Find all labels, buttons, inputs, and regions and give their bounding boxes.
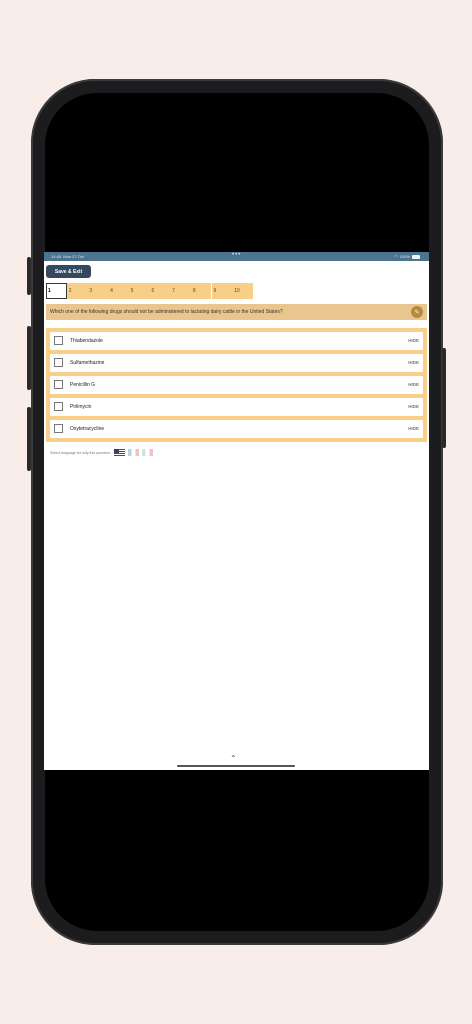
question-text: Which one of the following drugs should … bbox=[50, 309, 283, 315]
status-right: ◠ 100% bbox=[394, 254, 420, 259]
status-bar: 14:45 Mon 27 Oct ••• ◠ 100% bbox=[44, 252, 429, 261]
checkbox[interactable] bbox=[54, 336, 63, 345]
multitask-dots-icon: ••• bbox=[232, 252, 242, 258]
home-indicator[interactable] bbox=[177, 765, 295, 767]
side-button-mute bbox=[27, 257, 31, 295]
battery-percent: 100% bbox=[399, 254, 410, 259]
side-button-volume-down bbox=[27, 407, 31, 471]
question-tab-2[interactable]: 2 bbox=[66, 283, 88, 299]
question-tab-7[interactable]: 7 bbox=[170, 283, 191, 299]
language-selector: Select language for only this question: bbox=[50, 449, 153, 456]
bookmark-icon[interactable]: ✎ bbox=[411, 306, 423, 318]
italian-flag-icon[interactable] bbox=[141, 449, 153, 456]
question-banner: Which one of the following drugs should … bbox=[46, 304, 427, 320]
side-button-volume-up bbox=[27, 326, 31, 390]
checkbox[interactable] bbox=[54, 358, 63, 367]
option-label: Oxytetracycline bbox=[70, 426, 105, 432]
option-label: Penicillin G bbox=[70, 382, 96, 388]
answer-options: Thiabendazole HIDE Sulfamethazine HIDE P… bbox=[46, 328, 427, 442]
wifi-icon: ◠ bbox=[394, 254, 398, 259]
hide-option-button[interactable]: HIDE bbox=[408, 382, 419, 387]
save-exit-button[interactable]: Save & Exit bbox=[46, 265, 91, 278]
question-tab-5[interactable]: 5 bbox=[128, 283, 150, 299]
question-tab-3[interactable]: 3 bbox=[87, 283, 108, 299]
chevron-up-icon[interactable]: ⌃ bbox=[230, 754, 237, 763]
question-tab-1[interactable]: 1 bbox=[46, 283, 67, 299]
french-flag-icon[interactable] bbox=[127, 449, 139, 456]
us-flag-icon[interactable] bbox=[113, 449, 125, 456]
question-tab-6[interactable]: 6 bbox=[149, 283, 170, 299]
answer-option[interactable]: Thiabendazole HIDE bbox=[50, 332, 423, 350]
question-navigator: 1 2 3 4 5 6 7 8 9 10 bbox=[46, 283, 253, 299]
side-button-power bbox=[442, 348, 446, 448]
language-prompt: Select language for only this question: bbox=[50, 450, 111, 455]
option-label: Pirlimycin bbox=[70, 404, 92, 410]
hide-option-button[interactable]: HIDE bbox=[408, 338, 419, 343]
hide-option-button[interactable]: HIDE bbox=[408, 360, 419, 365]
checkbox[interactable] bbox=[54, 402, 63, 411]
question-tab-9[interactable]: 9 bbox=[211, 283, 232, 299]
app-screen: 14:45 Mon 27 Oct ••• ◠ 100% Save & Exit … bbox=[44, 252, 429, 770]
question-tab-4[interactable]: 4 bbox=[108, 283, 129, 299]
answer-option[interactable]: Penicillin G HIDE bbox=[50, 376, 423, 394]
battery-icon bbox=[412, 254, 420, 259]
option-label: Thiabendazole bbox=[70, 338, 103, 344]
answer-option[interactable]: Oxytetracycline HIDE bbox=[50, 420, 423, 438]
hide-option-button[interactable]: HIDE bbox=[408, 404, 419, 409]
question-tab-8[interactable]: 8 bbox=[190, 283, 212, 299]
option-label: Sulfamethazine bbox=[70, 360, 105, 366]
checkbox[interactable] bbox=[54, 424, 63, 433]
answer-option[interactable]: Pirlimycin HIDE bbox=[50, 398, 423, 416]
checkbox[interactable] bbox=[54, 380, 63, 389]
status-time: 14:45 Mon 27 Oct bbox=[51, 254, 84, 259]
answer-option[interactable]: Sulfamethazine HIDE bbox=[50, 354, 423, 372]
question-tab-10[interactable]: 10 bbox=[232, 283, 253, 299]
hide-option-button[interactable]: HIDE bbox=[408, 426, 419, 431]
